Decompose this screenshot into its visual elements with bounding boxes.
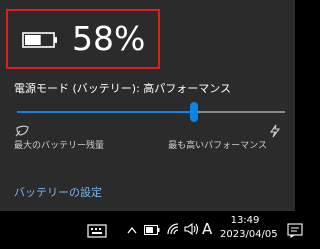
leaf-icon — [15, 125, 29, 137]
chevron-up-icon[interactable] — [127, 226, 137, 234]
battery-fill — [25, 35, 41, 45]
slider-min-label: 最大のバッテリー残量 — [14, 141, 105, 151]
slider-thumb[interactable] — [189, 102, 198, 122]
battery-settings-link[interactable]: バッテリーの設定 — [14, 186, 102, 200]
volume-icon[interactable] — [184, 222, 200, 236]
ime-indicator[interactable]: A — [202, 220, 212, 238]
power-mode-label: 電源モード (バッテリー): 高パフォーマンス — [14, 82, 232, 95]
battery-icon — [22, 32, 57, 48]
clock[interactable]: 13:49 2023/04/05 — [220, 214, 278, 242]
slider-fill — [17, 111, 194, 113]
clock-time: 13:49 — [230, 215, 260, 226]
slider-max-label: 最も高いパフォーマンス — [168, 141, 267, 151]
wifi-icon[interactable] — [166, 222, 182, 236]
lightning-bolt-icon — [269, 124, 281, 138]
keyboard-icon[interactable] — [87, 223, 107, 239]
notification-icon[interactable] — [287, 222, 303, 238]
clock-date: 2023/04/05 — [220, 229, 278, 240]
battery-percentage: 58% — [72, 19, 146, 58]
power-mode-slider[interactable] — [17, 111, 285, 113]
taskbar-battery-icon[interactable] — [144, 225, 160, 235]
battery-flyout: 58% 電源モード (バッテリー): 高パフォーマンス 最大のバッテリー残量 最… — [0, 0, 295, 211]
